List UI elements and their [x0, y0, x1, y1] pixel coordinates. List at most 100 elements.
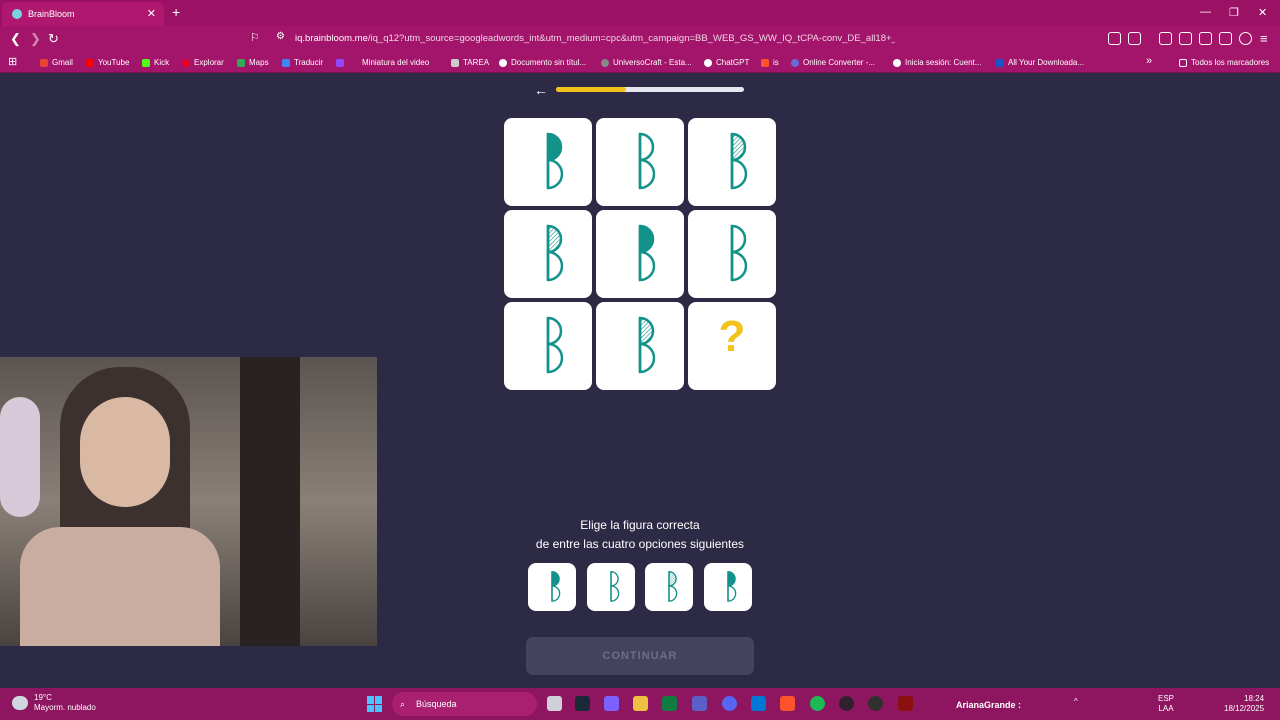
puzzle-cell-3 [688, 118, 776, 206]
wallet-icon[interactable] [1199, 32, 1212, 45]
language-indicator[interactable]: ESP LAA [1158, 694, 1174, 714]
puzzle-cell-6 [688, 210, 776, 298]
tab-bar: BrainBloom ✕ + — ❐ ✕ [0, 0, 1280, 26]
date: 18/12/2025 [1224, 704, 1265, 713]
clock[interactable]: 18:24 18/12/2025 [1224, 694, 1264, 714]
bookmark-explorar[interactable]: Explorar [182, 58, 224, 67]
face [80, 397, 170, 507]
sidebar-icon[interactable] [1179, 32, 1192, 45]
bookmark-universocraft[interactable]: UniversoCraft - Esta... [601, 58, 692, 67]
weather-cloud-icon [12, 696, 28, 710]
brave-icon[interactable] [780, 696, 795, 711]
now-playing[interactable]: ArianaGrande : [956, 700, 1021, 710]
quiz-back-arrow-icon[interactable]: ← [534, 82, 548, 98]
all-bookmarks-folder[interactable]: Todos los marcadores [1179, 58, 1269, 67]
puzzle-cell-1 [504, 118, 592, 206]
puzzle-cell-5 [596, 210, 684, 298]
bookmark-inicia-sesion[interactable]: Inicia sesión: Cuent... [893, 58, 981, 67]
taskbar: 19°C Mayorm. nublado ⌕ Búsqueda ArianaGr… [0, 688, 1280, 720]
temperature: 19°C [34, 693, 52, 702]
bookmark-icon[interactable]: ⚐ [250, 31, 260, 44]
music-icon[interactable] [1159, 32, 1172, 45]
obs-icon[interactable] [868, 696, 883, 711]
tab-brainbloom[interactable]: BrainBloom ✕ [2, 2, 164, 26]
brainbloom-favicon-icon [12, 9, 22, 19]
bookmark-traducir[interactable]: Traducir [282, 58, 323, 67]
question-mark: ? [718, 312, 746, 361]
steam-icon[interactable] [575, 696, 590, 711]
search-icon: ⌕ [400, 699, 406, 709]
weather-widget[interactable]: 19°C Mayorm. nublado [34, 693, 96, 713]
bookmark-all-your-downloads[interactable]: All Your Downloada... [996, 58, 1084, 67]
mirror-frame [240, 357, 300, 646]
tab-title: BrainBloom [28, 9, 75, 19]
puzzle-cell-missing: ? [688, 302, 776, 390]
lang-code: ESP [1158, 694, 1175, 703]
bookmark-documento[interactable]: Documento sin títul... [499, 58, 586, 67]
close-window-icon[interactable]: ✕ [1258, 6, 1267, 19]
bookmark-maps[interactable]: Maps [237, 58, 269, 67]
bookmark-online-converter[interactable]: Online Converter -... [791, 58, 875, 67]
time: 18:24 [1244, 694, 1265, 703]
reload-icon[interactable]: ↻ [48, 31, 59, 47]
apps-grid-icon[interactable]: ⊞ [8, 55, 17, 68]
shoulders [20, 527, 220, 646]
more-bookmarks-icon[interactable]: » [1146, 55, 1152, 67]
back-icon[interactable]: ❮ [10, 31, 21, 47]
url-domain: iq.brainbloom.me [295, 33, 368, 44]
answer-option-3[interactable] [645, 563, 693, 611]
bookmark-tarea[interactable]: TAREA [451, 58, 489, 67]
bookmark-chatgpt[interactable]: ChatGPT [704, 58, 749, 67]
progress-bar [556, 87, 744, 92]
pillow [0, 397, 40, 517]
weather-condition: Mayorm. nublado [34, 703, 96, 712]
progress-fill [556, 87, 626, 92]
windows-start-icon[interactable] [367, 696, 383, 712]
address-bar: ❮ ❯ ↻ ⚐ ⚙ iq.brainbloom.me/iq_q12?utm_so… [0, 26, 1280, 53]
app-icon[interactable] [839, 696, 854, 711]
bookmark-is[interactable]: is [761, 58, 779, 67]
puzzle-cell-8 [596, 302, 684, 390]
answer-option-4[interactable] [704, 563, 752, 611]
new-tab-icon[interactable]: + [172, 4, 180, 20]
site-settings-icon[interactable]: ⚙ [276, 31, 285, 42]
bookmark-gmail[interactable]: Gmail [40, 58, 73, 67]
app2-icon[interactable] [898, 696, 913, 711]
excel-icon[interactable] [662, 696, 677, 711]
leo-icon[interactable] [1219, 32, 1232, 45]
instruction-text: Elige la figura correcta de entre las cu… [440, 516, 840, 554]
close-tab-icon[interactable]: ✕ [147, 7, 156, 20]
lang-layout: LAA [1158, 704, 1174, 713]
restore-icon[interactable]: ❐ [1229, 6, 1239, 19]
spotify-icon[interactable] [810, 696, 825, 711]
forward-icon[interactable]: ❯ [30, 31, 41, 47]
url-path: /iq_q12?utm_source=googleadwords_int&utm… [367, 33, 895, 44]
shield-icon[interactable] [1239, 32, 1252, 45]
bookmark-miniatura[interactable]: Miniatura del video [336, 58, 429, 67]
instruction-line-1: Elige la figura correcta [580, 518, 700, 532]
teams-icon[interactable] [692, 696, 707, 711]
discord-icon[interactable] [722, 696, 737, 711]
menu-icon[interactable]: ≡ [1260, 31, 1268, 46]
answer-option-1[interactable] [528, 563, 576, 611]
outlook-icon[interactable] [751, 696, 766, 711]
puzzle-cell-7 [504, 302, 592, 390]
puzzle-cell-4 [504, 210, 592, 298]
webcam-overlay [0, 357, 377, 646]
copilot-icon[interactable] [604, 696, 619, 711]
bookmark-kick[interactable]: Kick [142, 58, 169, 67]
extensions-icon[interactable] [1108, 32, 1121, 45]
bookmark-youtube[interactable]: YouTube [86, 58, 129, 67]
instruction-line-2: de entre las cuatro opciones siguientes [535, 537, 745, 551]
screenshot-icon[interactable] [1128, 32, 1141, 45]
bookmarks-bar: ⊞ Gmail YouTube Kick Explorar Maps Tradu… [0, 53, 1280, 73]
puzzle-cell-2 [596, 118, 684, 206]
answer-option-2[interactable] [587, 563, 635, 611]
minimize-icon[interactable]: — [1200, 6, 1211, 18]
continue-button[interactable]: CONTINUAR [526, 637, 754, 675]
task-view-icon[interactable] [547, 696, 562, 711]
taskbar-search[interactable]: ⌕ Búsqueda [392, 692, 537, 716]
tray-chevron-icon[interactable]: ^ [1074, 697, 1078, 707]
url-field[interactable]: iq.brainbloom.me/iq_q12?utm_source=googl… [295, 33, 895, 44]
file-explorer-icon[interactable] [633, 696, 648, 711]
